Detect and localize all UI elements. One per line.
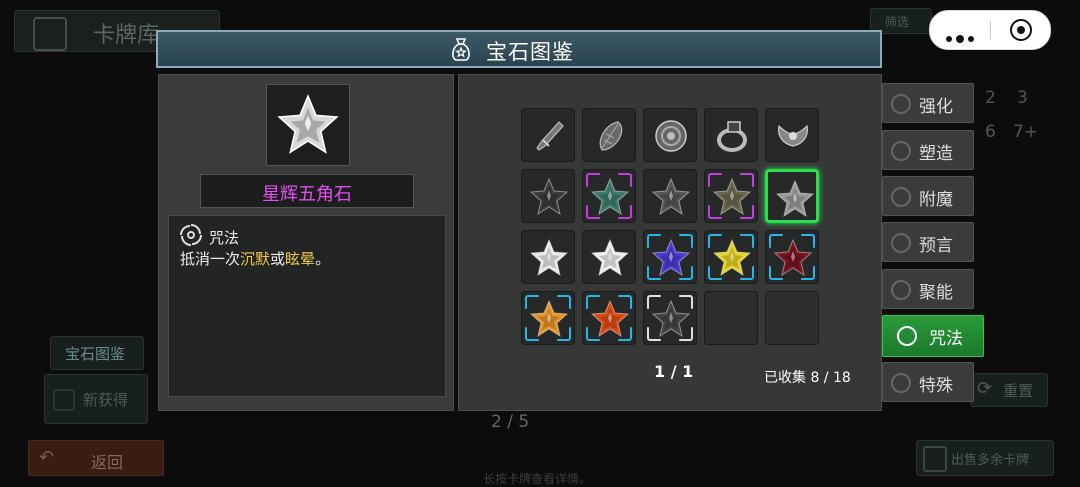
gem-catalog-button[interactable]: 宝石图鉴: [50, 336, 144, 370]
burst-icon: [891, 280, 911, 300]
logo-icon: [33, 17, 67, 51]
plus-icon: [891, 94, 911, 114]
category-eye[interactable]: 预言: [882, 222, 974, 262]
close-miniprogram-icon[interactable]: [1010, 19, 1032, 41]
gem-slot[interactable]: [643, 169, 697, 223]
gem-slot[interactable]: [521, 108, 575, 162]
star-gem-icon: [529, 177, 569, 216]
spiral-icon: [180, 224, 202, 246]
gem-slot-empty: [765, 291, 819, 345]
category-star[interactable]: 特殊: [882, 362, 974, 402]
star-gem-icon: [590, 177, 630, 216]
dagger-icon: [536, 121, 564, 151]
category-gear[interactable]: 塑造: [882, 130, 974, 170]
star-gem-icon: [712, 238, 752, 277]
gem-slot-empty: [704, 291, 758, 345]
star-icon: [891, 373, 911, 393]
new-obtained-toggle[interactable]: 新获得: [44, 374, 148, 424]
reset-button[interactable]: ⟳ 重置: [970, 373, 1048, 407]
category-burst[interactable]: 聚能: [882, 269, 974, 309]
gem-slot[interactable]: [765, 169, 819, 223]
star-gem-icon: [590, 238, 630, 277]
category-label: 聚能: [919, 283, 953, 303]
cost-filter-3[interactable]: 3: [1017, 88, 1028, 108]
star-gem-icon: [651, 299, 691, 338]
gem-slot[interactable]: [765, 230, 819, 284]
gem-type-label: 咒法: [209, 229, 240, 247]
wings-icon: [778, 124, 808, 147]
category-label: 强化: [919, 97, 953, 117]
category-spiral[interactable]: 咒法: [882, 315, 984, 357]
star-gem-icon: [529, 299, 569, 338]
category-label: 预言: [919, 236, 953, 256]
ring-icon: [717, 121, 747, 152]
category-label: 附魔: [919, 190, 953, 210]
modal-title: 宝石图鉴: [486, 40, 574, 64]
gem-slot[interactable]: [521, 230, 575, 284]
star-gem-icon: [529, 238, 569, 277]
gem-slot[interactable]: [582, 108, 636, 162]
category-label: 塑造: [919, 144, 953, 164]
gem-name: 星辉五角石: [262, 184, 352, 205]
eye-icon: [891, 233, 911, 253]
card-icon: [923, 446, 947, 472]
gem-slot[interactable]: [765, 108, 819, 162]
back-button[interactable]: ↶ 返回: [28, 440, 164, 476]
gem-slot[interactable]: [582, 291, 636, 345]
miniprogram-capsule: [929, 10, 1051, 50]
gear-icon: [891, 141, 911, 161]
star-gem-icon: [712, 177, 752, 216]
category-plus[interactable]: 强化: [882, 83, 974, 123]
collected-count: 已收集 8 / 18: [764, 370, 851, 386]
gem-slot[interactable]: [704, 230, 758, 284]
star-gem-icon: [773, 238, 813, 277]
gem-description-box: 咒法 抵消一次沉默或眩晕。: [168, 215, 446, 397]
star-gem-icon: [651, 177, 691, 216]
star-gem-icon: [277, 94, 339, 154]
bg-page-indicator: 2 / 5: [491, 412, 530, 432]
gem-effect-text: 抵消一次沉默或眩晕。: [180, 250, 331, 268]
bg-hint-text: 长按卡牌查看详情。: [483, 472, 592, 486]
more-options-icon[interactable]: [946, 27, 978, 46]
gem-slot[interactable]: [582, 230, 636, 284]
star-gem-icon: [590, 299, 630, 338]
cost-filter-6[interactable]: 6: [985, 122, 996, 142]
category-wave[interactable]: 附魔: [882, 176, 974, 216]
spiral-icon: [897, 326, 917, 346]
refresh-icon: ⟳: [977, 378, 993, 399]
gem-slot[interactable]: [704, 108, 758, 162]
gem-slot[interactable]: [704, 169, 758, 223]
sell-extra-cards-button[interactable]: 出售多余卡牌: [916, 440, 1054, 476]
star-gem-icon: [651, 238, 691, 277]
shield-icon: [655, 120, 687, 152]
leaf-icon: [599, 121, 623, 151]
gem-name-bar: 星辉五角石: [200, 174, 414, 208]
grid-page-indicator: 1 / 1: [654, 362, 694, 381]
star-gem-icon: [775, 179, 815, 218]
wave-icon: [891, 187, 911, 207]
category-label: 特殊: [919, 376, 953, 396]
gem-slot[interactable]: [643, 291, 697, 345]
gem-slot[interactable]: [521, 291, 575, 345]
category-label: 咒法: [929, 329, 963, 349]
gem-catalog-header: 宝石图鉴: [156, 30, 882, 68]
selected-gem-preview: [266, 84, 350, 166]
cost-filter-7plus[interactable]: 7+: [1013, 122, 1038, 142]
bg-title-text: 卡牌库: [93, 23, 160, 48]
checkbox-icon: [53, 389, 75, 411]
capsule-divider: [990, 21, 991, 39]
gem-slot[interactable]: [643, 230, 697, 284]
gem-slot[interactable]: [643, 108, 697, 162]
back-arrow-icon: ↶: [39, 447, 55, 468]
cost-filter-2[interactable]: 2: [985, 88, 996, 108]
gem-slot[interactable]: [582, 169, 636, 223]
money-bag-icon: [452, 38, 470, 61]
gem-slot[interactable]: [521, 169, 575, 223]
